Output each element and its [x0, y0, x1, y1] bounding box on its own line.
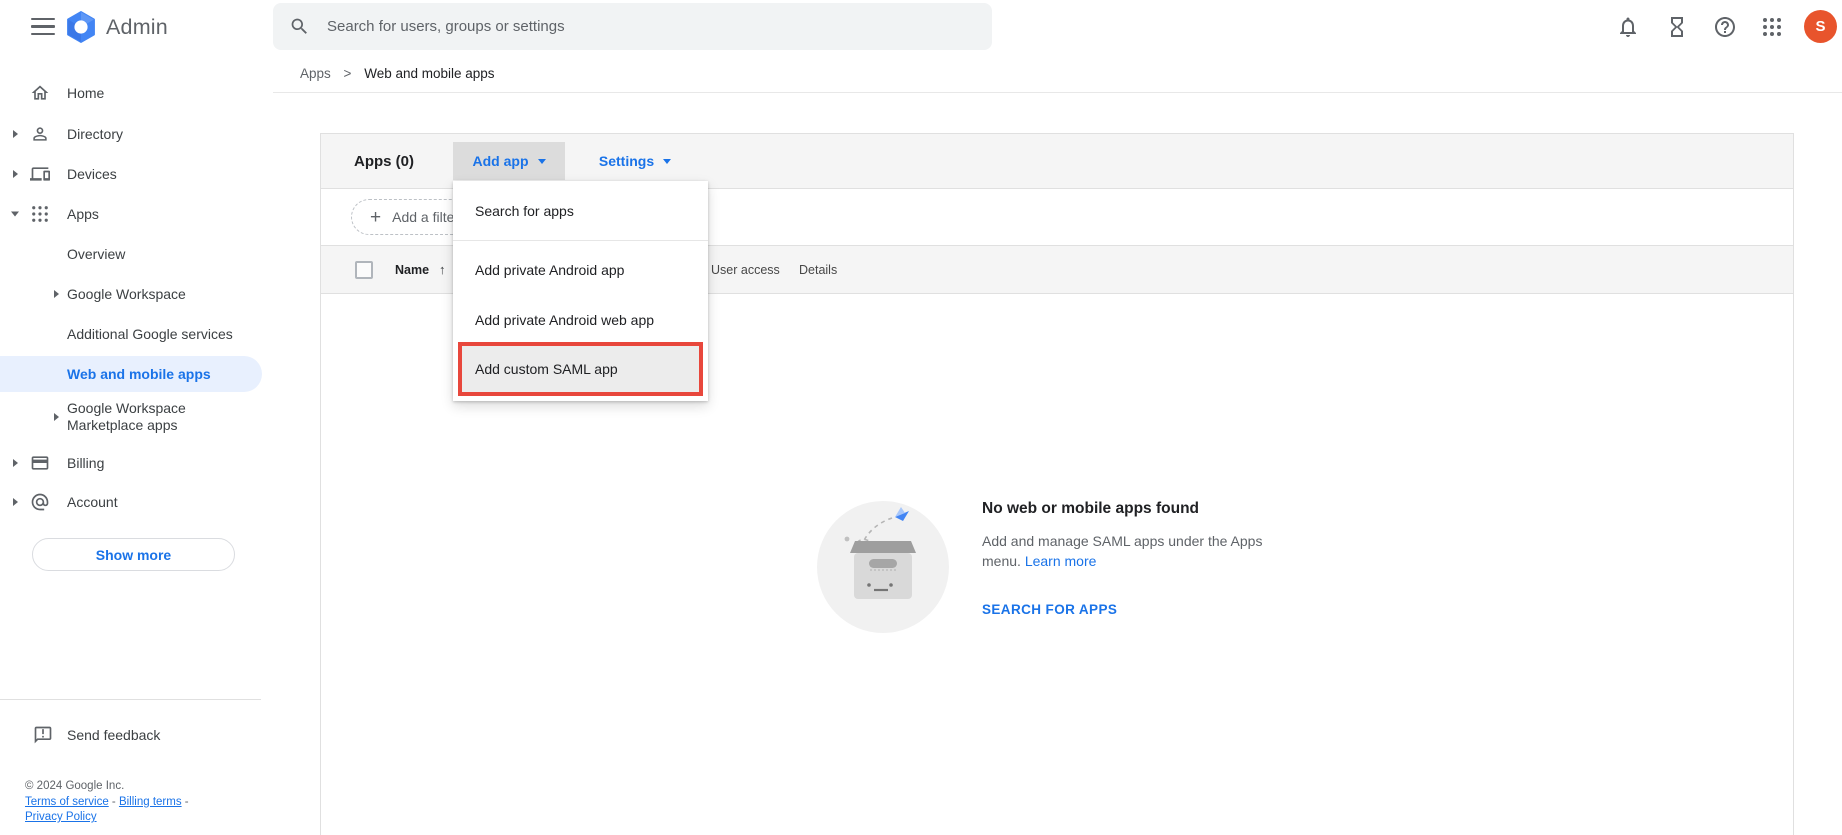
- menu-item-add-private-android-app[interactable]: Add private Android app: [453, 241, 708, 298]
- menu-icon[interactable]: [31, 18, 55, 36]
- show-more-button[interactable]: Show more: [32, 538, 235, 571]
- terms-of-service-link[interactable]: Terms of service: [25, 796, 109, 808]
- sidebar-item-gw-marketplace-apps[interactable]: Google Workspace Marketplace apps: [0, 396, 262, 438]
- global-search[interactable]: [273, 3, 992, 50]
- sidebar-divider: [0, 699, 261, 700]
- privacy-policy-link[interactable]: Privacy Policy: [25, 811, 97, 823]
- avatar[interactable]: S: [1804, 10, 1837, 43]
- chevron-down-icon: [537, 158, 546, 164]
- person-icon: [33, 127, 47, 141]
- send-feedback-button[interactable]: Send feedback: [0, 715, 262, 755]
- sidebar-item-directory[interactable]: Directory: [0, 114, 262, 154]
- add-app-button[interactable]: Add app: [453, 142, 565, 180]
- sidebar-item-home[interactable]: Home: [0, 73, 262, 113]
- notifications-icon[interactable]: [1616, 15, 1640, 39]
- billing-card-icon: [31, 456, 49, 470]
- column-header-user-access[interactable]: User access: [711, 246, 780, 294]
- apps-count-title: Apps (0): [354, 153, 414, 170]
- chevron-right-icon: [54, 413, 59, 421]
- search-for-apps-link[interactable]: SEARCH FOR APPS: [982, 602, 1117, 617]
- sidebar-item-devices[interactable]: Devices: [0, 154, 262, 194]
- chevron-right-icon: [13, 130, 18, 138]
- chevron-down-icon: [663, 158, 672, 164]
- menu-item-add-custom-saml-app[interactable]: Add custom SAML app: [458, 342, 703, 396]
- search-icon: [291, 18, 307, 34]
- google-apps-grid-icon[interactable]: [1760, 15, 1784, 39]
- sidebar-item-overview[interactable]: Overview: [0, 234, 262, 274]
- copyright: © 2024 Google Inc.: [25, 780, 125, 792]
- tasks-hourglass-icon[interactable]: [1665, 15, 1689, 39]
- breadcrumb-apps[interactable]: Apps: [300, 66, 331, 81]
- apps-grid-icon: [32, 206, 48, 222]
- sidebar-item-google-workspace[interactable]: Google Workspace: [0, 274, 262, 314]
- devices-icon: [30, 167, 50, 181]
- help-icon[interactable]: [1713, 15, 1737, 39]
- chevron-right-icon: [13, 459, 18, 467]
- feedback-icon: [34, 726, 52, 744]
- sidebar-item-billing[interactable]: Billing: [0, 443, 262, 483]
- sidebar-nav: Home Directory Devices Apps Overview Goo…: [0, 55, 320, 835]
- learn-more-link[interactable]: Learn more: [1025, 553, 1097, 569]
- breadcrumb-separator: >: [343, 66, 352, 81]
- app-header: Admin S: [0, 0, 1842, 55]
- at-icon: [31, 493, 49, 511]
- billing-terms-link[interactable]: Billing terms: [119, 796, 182, 808]
- breadcrumb-divider: [273, 92, 1842, 93]
- search-input[interactable]: [327, 18, 967, 35]
- empty-box-illustration: [817, 501, 949, 633]
- menu-item-search-for-apps[interactable]: Search for apps: [453, 181, 708, 241]
- app-title: Admin: [106, 15, 168, 39]
- add-app-dropdown-menu: Search for apps Add private Android app …: [453, 181, 708, 401]
- chevron-right-icon: [13, 170, 18, 178]
- plus-icon: +: [370, 206, 382, 228]
- sidebar-item-account[interactable]: Account: [0, 482, 262, 522]
- column-header-name[interactable]: Name: [395, 246, 429, 294]
- breadcrumb-current: Web and mobile apps: [364, 66, 495, 81]
- menu-item-add-private-android-web-app[interactable]: Add private Android web app: [453, 298, 708, 342]
- google-admin-logo: [67, 11, 95, 43]
- chevron-right-icon: [13, 498, 18, 506]
- sidebar-item-apps[interactable]: Apps: [0, 194, 262, 234]
- sidebar-item-additional-google-services[interactable]: Additional Google services: [0, 314, 262, 354]
- chevron-down-icon: [11, 211, 19, 217]
- sidebar-item-web-and-mobile-apps[interactable]: Web and mobile apps: [0, 356, 262, 392]
- empty-state-title: No web or mobile apps found: [982, 500, 1199, 517]
- chevron-right-icon: [54, 290, 59, 298]
- settings-button[interactable]: Settings: [579, 142, 691, 180]
- home-icon: [31, 85, 49, 100]
- column-header-details[interactable]: Details: [799, 246, 837, 294]
- sidebar-footer: © 2024 Google Inc. Terms of service - Bi…: [25, 780, 189, 823]
- sort-ascending-icon[interactable]: ↑: [439, 246, 446, 294]
- select-all-checkbox[interactable]: [355, 261, 373, 279]
- empty-state-description: Add and manage SAML apps under the Apps …: [982, 533, 1263, 569]
- breadcrumb: Apps > Web and mobile apps: [300, 56, 495, 92]
